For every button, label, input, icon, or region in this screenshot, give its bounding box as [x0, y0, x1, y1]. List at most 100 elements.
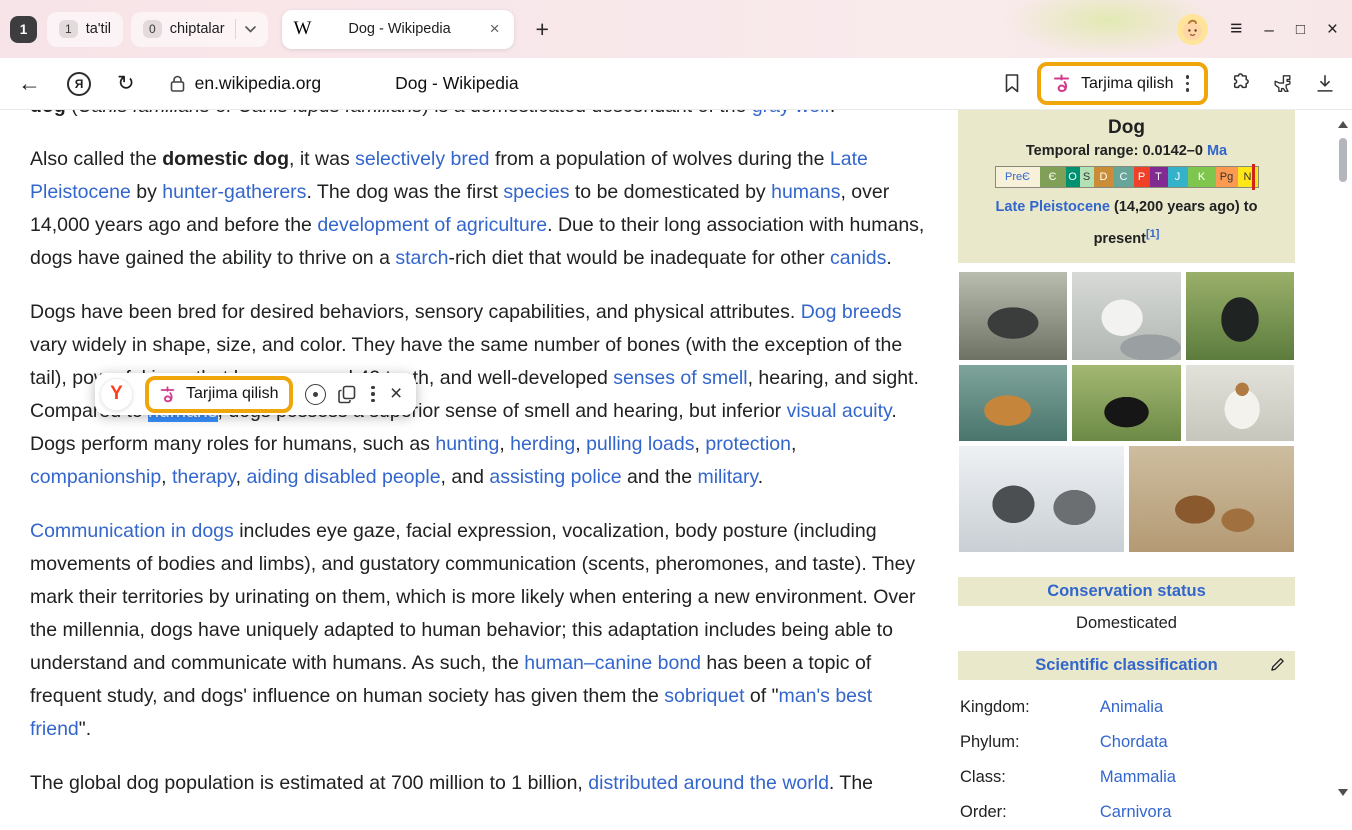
- taxonomy-value-link[interactable]: Animalia: [1100, 690, 1293, 725]
- window-close-button[interactable]: ×: [1327, 20, 1338, 39]
- tab-active-dog-wikipedia[interactable]: W Dog - Wikipedia ×: [282, 10, 514, 49]
- yandex-logo-icon[interactable]: Y: [100, 378, 133, 411]
- scroll-up-arrow[interactable]: [1338, 116, 1348, 128]
- tab-close-icon[interactable]: ×: [488, 19, 502, 39]
- user-avatar[interactable]: [1177, 14, 1208, 45]
- wiki-link[interactable]: therapy: [172, 466, 236, 488]
- wiki-link[interactable]: hunting: [435, 433, 499, 455]
- popup-translate-button[interactable]: Tarjima qilish: [149, 380, 289, 409]
- dog-photo[interactable]: [1129, 446, 1294, 552]
- edit-icon[interactable]: [1270, 657, 1285, 672]
- wiki-link[interactable]: canids: [830, 247, 886, 269]
- wiki-link[interactable]: Dog breeds: [801, 301, 902, 323]
- tab-count-badge: 1: [59, 20, 78, 38]
- wiki-link[interactable]: sobriquet: [664, 685, 744, 707]
- wiki-link[interactable]: gray wolf: [752, 110, 830, 117]
- taxonomy-value-link[interactable]: Mammalia: [1100, 760, 1293, 795]
- conservation-status-link[interactable]: Conservation status: [1047, 582, 1206, 600]
- timescale-segment[interactable]: P: [1134, 167, 1150, 187]
- back-button[interactable]: ←: [18, 70, 41, 97]
- timescale-segment[interactable]: K: [1188, 167, 1216, 187]
- taxonomy-rank: Class:: [960, 760, 1100, 795]
- tab-chiptalar[interactable]: 0 chiptalar: [131, 12, 268, 47]
- timescale-segment[interactable]: PreЄ: [996, 167, 1040, 187]
- timescale-segment[interactable]: D: [1094, 167, 1114, 187]
- popup-close-icon[interactable]: ×: [390, 382, 402, 406]
- dog-photo[interactable]: [1186, 272, 1294, 360]
- wiki-link[interactable]: selectively bred: [355, 148, 489, 170]
- browser-menu-icon[interactable]: ≡: [1230, 17, 1242, 41]
- wiki-link[interactable]: Communication in dogs: [30, 520, 234, 542]
- wiki-link[interactable]: hunter-gatherers: [162, 181, 306, 203]
- tab-tatil[interactable]: 1 ta'til: [47, 12, 123, 47]
- address-url[interactable]: en.wikipedia.org: [195, 73, 321, 94]
- wiki-link[interactable]: humans: [771, 181, 840, 203]
- taxobox: Dog Temporal range: 0.0142–0 Ma PreЄЄOSD…: [958, 110, 1295, 830]
- minimize-button[interactable]: –: [1264, 21, 1273, 38]
- wiki-link[interactable]: distributed around the world: [588, 772, 829, 794]
- timescale-segment[interactable]: Pg: [1216, 167, 1238, 187]
- dog-photo[interactable]: [1072, 272, 1180, 360]
- wiki-link[interactable]: visual acuity: [787, 400, 892, 422]
- timescale-segment[interactable]: Є: [1040, 167, 1066, 187]
- paragraph-communication: Communication in dogs includes eye gaze,…: [30, 515, 930, 746]
- timescale-segment[interactable]: C: [1114, 167, 1134, 187]
- wiki-link[interactable]: species: [503, 181, 569, 203]
- wiki-link[interactable]: aiding disabled people: [246, 466, 440, 488]
- timescale-segment[interactable]: O: [1066, 167, 1080, 187]
- taxonomy-rank: Phylum:: [960, 725, 1100, 760]
- wiki-link[interactable]: starch: [395, 247, 448, 269]
- dino-game-icon[interactable]: [1271, 73, 1294, 95]
- popup-more-icon[interactable]: [368, 386, 378, 403]
- copy-icon[interactable]: [338, 385, 356, 404]
- yandex-home-button[interactable]: Я: [67, 72, 91, 96]
- wiki-link[interactable]: herding: [510, 433, 575, 455]
- scientific-classification-link[interactable]: Scientific classification: [1035, 656, 1217, 674]
- new-tab-button[interactable]: +: [526, 16, 559, 43]
- scroll-down-arrow[interactable]: [1338, 789, 1348, 801]
- tab-bar: 1 1 ta'til 0 chiptalar W Dog - Wikipedia…: [0, 0, 1352, 58]
- wiki-link[interactable]: pulling loads: [586, 433, 694, 455]
- extensions-puzzle-icon[interactable]: [1228, 72, 1251, 95]
- timescale-segment[interactable]: S: [1080, 167, 1094, 187]
- wiki-link[interactable]: development of agriculture: [317, 214, 547, 236]
- search-circle-icon[interactable]: [305, 384, 326, 405]
- wikipedia-article: dog (Canis familiaris or Canis lupus fam…: [30, 110, 930, 800]
- taxonomy-value-link[interactable]: Carnivora: [1100, 795, 1293, 830]
- ma-link[interactable]: Ma: [1203, 143, 1227, 159]
- wikipedia-favicon: W: [294, 18, 312, 40]
- window-controls: ≡ – □ ×: [1177, 14, 1338, 45]
- wiki-link[interactable]: human–canine bond: [524, 652, 701, 674]
- timescale-segment[interactable]: J: [1168, 167, 1188, 187]
- reload-button[interactable]: ↻: [117, 71, 135, 96]
- maximize-button[interactable]: □: [1296, 22, 1305, 37]
- reference-1-link[interactable]: [1]: [1146, 228, 1159, 240]
- tab-group-badge[interactable]: 1: [10, 16, 37, 43]
- timescale-segment[interactable]: N: [1238, 167, 1258, 187]
- dog-photo[interactable]: [959, 365, 1067, 441]
- toolbar-translate-button[interactable]: Tarjima qilish: [1041, 66, 1204, 101]
- taxonomy-value-link[interactable]: Chordata: [1100, 725, 1293, 760]
- downloads-icon[interactable]: [1314, 73, 1336, 95]
- taxobox-header-section: Dog Temporal range: 0.0142–0 Ma PreЄЄOSD…: [958, 110, 1295, 263]
- text-segment: , and: [441, 466, 490, 488]
- timescale-segment[interactable]: T: [1150, 167, 1168, 187]
- wiki-link[interactable]: assisting police: [489, 466, 621, 488]
- wiki-link[interactable]: protection: [705, 433, 791, 455]
- late-pleistocene-link[interactable]: Late Pleistocene: [996, 199, 1110, 215]
- dog-photo[interactable]: [1072, 365, 1180, 441]
- wiki-link[interactable]: companionship: [30, 466, 161, 488]
- vertical-scrollbar[interactable]: [1337, 114, 1349, 801]
- wiki-link[interactable]: senses of smell: [613, 367, 747, 389]
- dog-photo[interactable]: [1186, 365, 1294, 441]
- dog-photo[interactable]: [959, 446, 1124, 552]
- omnibox-page-title[interactable]: Dog - Wikipedia: [395, 73, 519, 94]
- lock-icon[interactable]: [169, 74, 186, 93]
- page-viewport: dog (Canis familiaris or Canis lupus fam…: [0, 110, 1352, 805]
- dog-photo[interactable]: [959, 272, 1067, 360]
- translate-options-icon[interactable]: [1183, 75, 1193, 92]
- chevron-down-icon[interactable]: [235, 19, 256, 39]
- bookmark-icon[interactable]: [1003, 73, 1021, 94]
- scrollbar-thumb[interactable]: [1339, 138, 1347, 182]
- wiki-link[interactable]: military: [697, 466, 757, 488]
